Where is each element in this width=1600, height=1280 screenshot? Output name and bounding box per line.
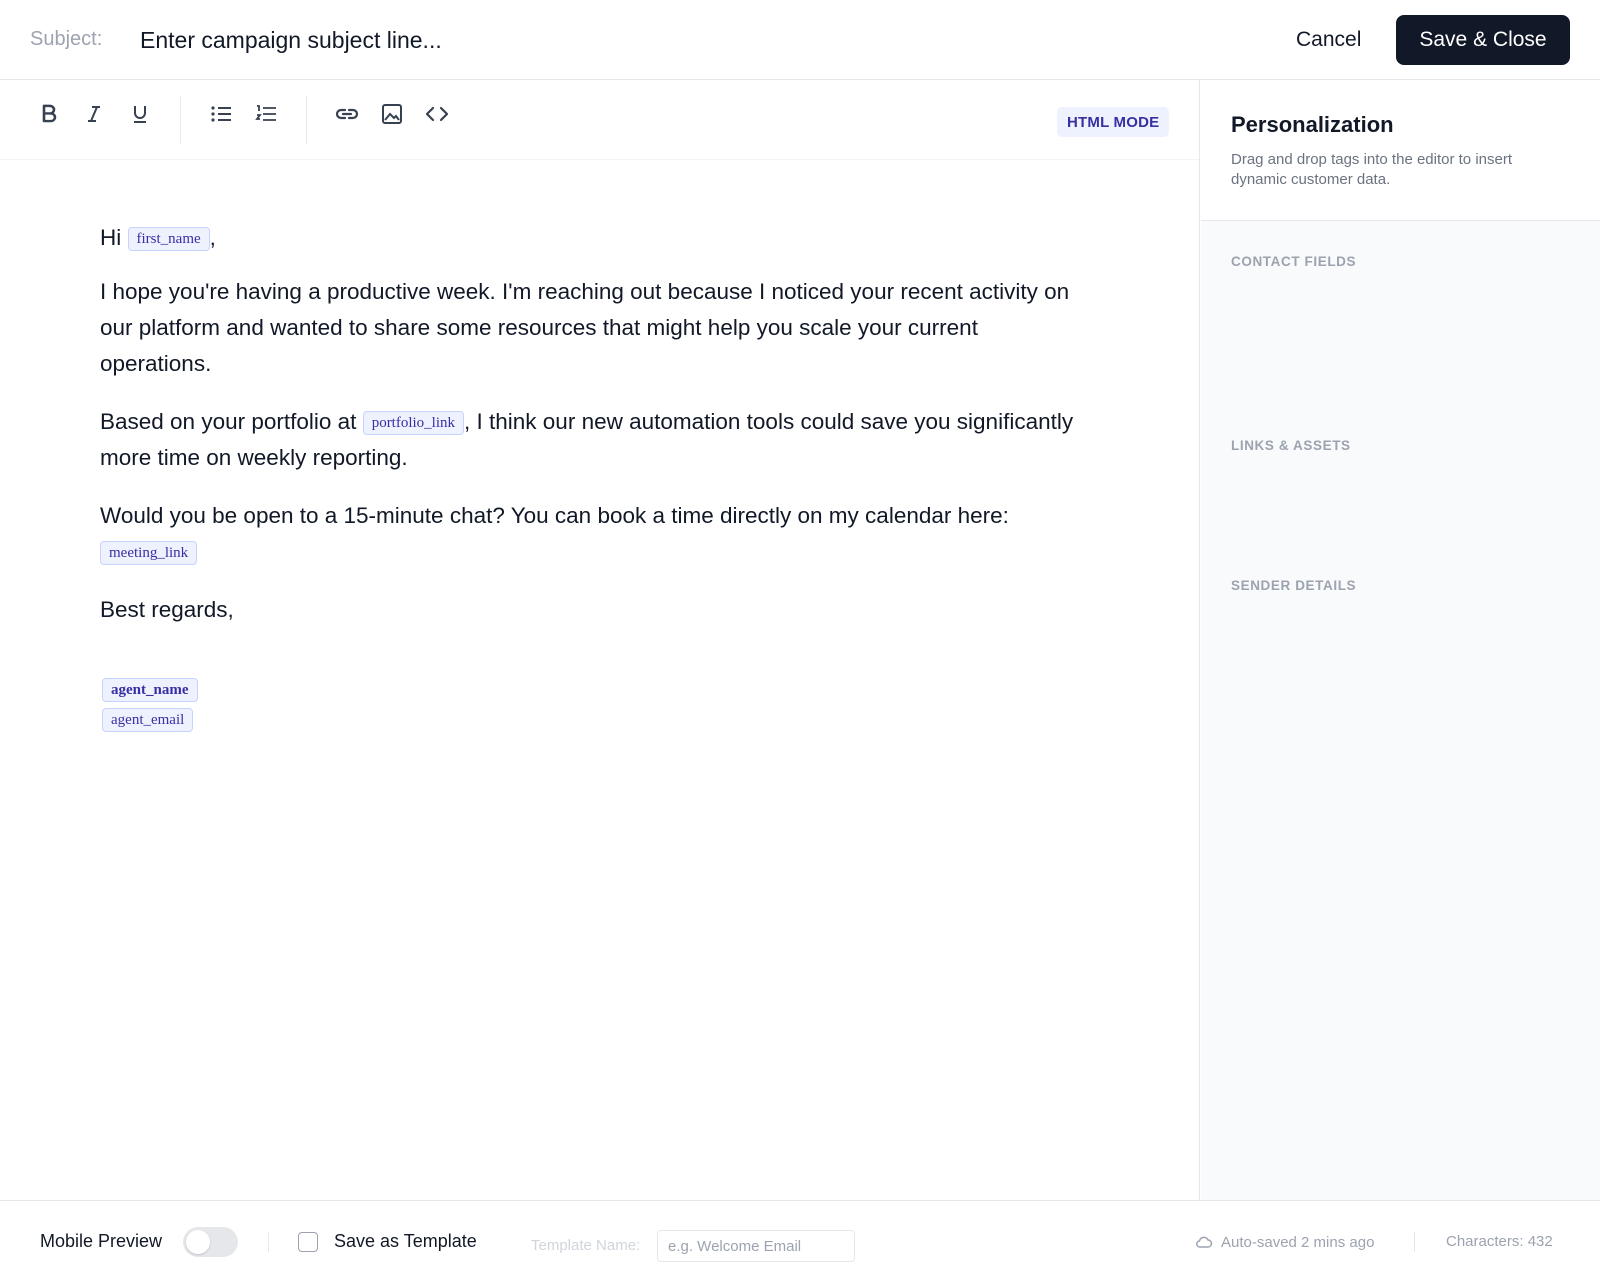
save-close-button[interactable]: Save & Close [1396,15,1570,65]
email-body[interactable]: Hi first_name, I hope you're having a pr… [100,220,1090,650]
subject-input[interactable] [140,20,940,60]
section-sender-details: SENDER DETAILS [1231,578,1357,593]
header: Subject: Cancel Save & Close [0,0,1600,80]
closing-line: Best regards, [100,597,234,622]
bold-icon[interactable] [31,96,67,132]
mobile-preview-label: Mobile Preview [40,1231,163,1251]
underline-icon[interactable] [122,96,158,132]
para3-text: Would you be open to a 15-minute chat? Y… [100,503,1009,528]
sidebar-description: Drag and drop tags into the editor to in… [1231,151,1513,188]
greeting-line: Hi first_name, [100,220,1090,256]
first-name-tag[interactable]: first_name [127,227,210,252]
cancel-button[interactable]: Cancel [1280,22,1377,58]
subject-label: Subject: [30,28,103,50]
para2-prefix: Based on your portfolio at [100,409,357,434]
footer-divider [1414,1232,1415,1252]
numbered-list-icon[interactable] [248,96,284,132]
link-icon[interactable] [329,96,365,132]
section-contact-fields: CONTACT FIELDS [1231,254,1357,269]
toolbar-divider [306,96,307,144]
save-template-label: Save as Template [334,1231,477,1251]
html-mode-toggle[interactable]: HTML MODE [1057,107,1170,137]
toggle-knob [186,1230,210,1254]
paragraph-1: I hope you're having a productive week. … [100,279,1070,376]
cloud-icon [1196,1236,1213,1248]
autosave-status: Auto-saved 2 mins ago [1195,1231,1374,1253]
toolbar-divider [180,96,181,144]
footer-divider [268,1232,269,1252]
sidebar-header: Personalization Drag and drop tags into … [1201,80,1600,221]
editor-panel: HTML MODE Hi first_name, I hope you're h… [0,80,1200,1200]
italic-icon[interactable] [76,96,112,132]
mobile-preview-toggle[interactable] [183,1227,238,1257]
save-template-checkbox[interactable] [298,1232,318,1252]
image-icon[interactable] [374,96,410,132]
character-count: Characters: 432 [1446,1233,1553,1250]
bullet-list-icon[interactable] [203,96,239,132]
meeting-link-tag[interactable]: meeting_link [100,541,198,566]
greeting-suffix: , [209,225,216,250]
paragraph-3: Would you be open to a 15-minute chat? Y… [100,498,1090,570]
paragraph-2: Based on your portfolio at portfolio_lin… [100,404,1090,476]
template-name-label: Template Name: [531,1237,641,1254]
section-links-assets: LINKS & ASSETS [1231,438,1351,453]
agent-name-tag[interactable]: agent_name [102,678,198,702]
code-icon[interactable] [419,96,455,132]
formatting-toolbar: HTML MODE [0,80,1199,160]
signature-block: agent_name agent_email [102,678,198,738]
personalization-sidebar: Personalization Drag and drop tags into … [1201,80,1600,1200]
greeting-prefix: Hi [100,225,122,250]
template-name-input[interactable] [657,1230,855,1262]
autosave-text: Auto-saved 2 mins ago [1221,1233,1375,1251]
portfolio-link-tag[interactable]: portfolio_link [362,411,465,436]
agent-email-tag[interactable]: agent_email [102,708,194,732]
sidebar-title: Personalization [1231,112,1394,137]
footer-bar: Mobile Preview Save as Template Template… [0,1200,1600,1280]
